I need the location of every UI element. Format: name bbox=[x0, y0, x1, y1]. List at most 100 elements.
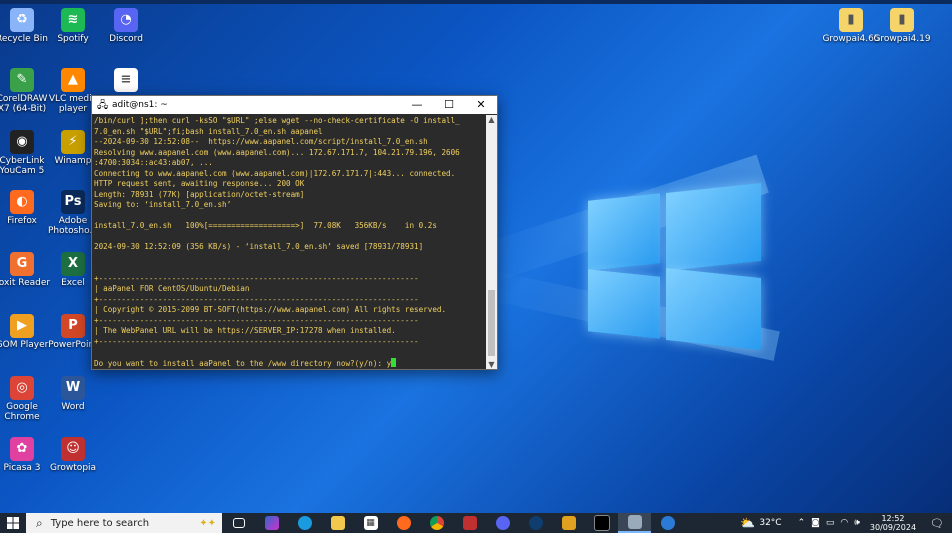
desktop-icon[interactable]: ▮ Growpai4.19 bbox=[872, 8, 932, 44]
wifi-icon[interactable]: ◠ bbox=[840, 518, 848, 528]
desktop-icon[interactable]: W Word bbox=[43, 376, 103, 412]
taskbar-app[interactable] bbox=[552, 513, 585, 533]
terminal-icon bbox=[593, 515, 610, 531]
desktop-icon[interactable]: ≋ Spotify bbox=[43, 8, 103, 44]
powerpoint-icon: P bbox=[61, 314, 85, 338]
volume-icon[interactable]: 🕪 bbox=[854, 518, 860, 528]
system-tray: ⛅ 32°C ⌃ ◙ ▭ ◠ 🕪 12:52 30/09/2024 🗨 bbox=[740, 513, 952, 533]
search-icon: ⌕ bbox=[36, 515, 43, 530]
weather-icon[interactable]: ⛅ bbox=[740, 516, 755, 530]
terminal-line: | Copyright © 2015-2099 BT-SOFT(https://… bbox=[94, 305, 447, 314]
terminal-line: Connecting to www.aapanel.com (www.aapan… bbox=[94, 168, 456, 178]
weather-temp[interactable]: 32°C bbox=[759, 518, 781, 528]
terminal-line: :4700:3034::ac43:ab07, ... bbox=[94, 158, 213, 167]
word-icon: W bbox=[61, 376, 85, 400]
desktop-icon-label: Growpai4.19 bbox=[873, 34, 931, 44]
youcam-icon: ◉ bbox=[10, 130, 34, 154]
picasa-icon: ✿ bbox=[10, 437, 34, 461]
desktop-icon-label: Word bbox=[61, 402, 85, 412]
taskbar-putty[interactable] bbox=[618, 513, 651, 533]
desktop-icon-label: Spotify bbox=[57, 34, 89, 44]
app-icon bbox=[660, 516, 675, 530]
desktop-icon[interactable]: ☺ Growtopia bbox=[43, 437, 103, 473]
discord-icon bbox=[495, 516, 510, 530]
terminal-line: Saving to: ‘install_7.0_en.sh’ bbox=[94, 200, 232, 209]
terminal-prompt: Do you want to install aaPanel to the /w… bbox=[94, 358, 387, 368]
text-cursor bbox=[391, 357, 397, 367]
windows-logo bbox=[588, 183, 763, 350]
desktop-icon[interactable]: ≡ bbox=[96, 68, 156, 94]
photoshop-icon: Ps bbox=[61, 190, 85, 214]
search-placeholder: Type here to search bbox=[50, 517, 150, 529]
terminal-line: +---------------------------------------… bbox=[94, 315, 419, 325]
task-view-icon bbox=[232, 518, 245, 528]
minimize-button[interactable]: — bbox=[401, 96, 433, 114]
recycle-bin-icon: ♻ bbox=[10, 8, 34, 32]
document-icon: ≡ bbox=[114, 68, 138, 92]
terminal-line: | aaPanel FOR CentOS/Ubuntu/Debian bbox=[94, 284, 250, 293]
terminal-titlebar[interactable]: 🖧 adit@ns1: ~ — ☐ ✕ bbox=[92, 96, 497, 114]
app-icon bbox=[561, 516, 576, 530]
chrome-icon bbox=[429, 516, 444, 530]
folder-icon bbox=[330, 516, 345, 530]
clock[interactable]: 12:52 30/09/2024 bbox=[870, 514, 916, 532]
maximize-button[interactable]: ☐ bbox=[433, 96, 465, 114]
taskbar-store[interactable]: ▦ bbox=[354, 513, 387, 533]
clock-date: 30/09/2024 bbox=[869, 523, 917, 532]
terminal-line: +---------------------------------------… bbox=[94, 336, 419, 346]
chevron-up-icon[interactable]: ⌃ bbox=[798, 518, 806, 528]
taskbar-growtopia[interactable] bbox=[453, 513, 486, 533]
growtopia-icon: ☺ bbox=[61, 437, 85, 461]
terminal-line: Length: 78931 (77K) [application/octet-s… bbox=[94, 189, 305, 199]
winamp-icon: ⚡ bbox=[61, 130, 85, 154]
taskbar: ⌕ Type here to search ✦✦ ▦ ⛅ 32°C ⌃ ◙ ▭ … bbox=[0, 513, 952, 533]
task-view-button[interactable] bbox=[222, 513, 255, 533]
terminal-line: | The WebPanel URL will be https://SERVE… bbox=[94, 326, 396, 335]
desktop-icon-label: Discord bbox=[109, 34, 143, 44]
coreldraw-icon: ✎ bbox=[10, 68, 34, 92]
taskbar-discord[interactable] bbox=[486, 513, 519, 533]
store-icon: ▦ bbox=[363, 516, 378, 530]
notification-icon[interactable]: 🗨 bbox=[930, 517, 944, 530]
excel-icon: X bbox=[61, 252, 85, 276]
taskbar-chrome[interactable] bbox=[420, 513, 453, 533]
spotify-icon: ≋ bbox=[61, 8, 85, 32]
discord-icon: ◔ bbox=[114, 8, 138, 32]
firefox-icon: ◐ bbox=[10, 190, 34, 214]
taskbar-copilot[interactable] bbox=[255, 513, 288, 533]
taskbar-app-blue[interactable] bbox=[651, 513, 684, 533]
scroll-down-icon[interactable]: ▼ bbox=[486, 360, 497, 369]
vlc-icon: ▲ bbox=[61, 68, 85, 92]
firefox-icon bbox=[396, 516, 411, 530]
webcam-icon[interactable]: ◙ bbox=[811, 518, 820, 528]
taskbar-file-explorer[interactable] bbox=[321, 513, 354, 533]
scroll-up-icon[interactable]: ▲ bbox=[486, 115, 497, 124]
edge-icon bbox=[297, 516, 312, 530]
terminal-line: +---------------------------------------… bbox=[94, 273, 419, 283]
scrollbar-thumb[interactable] bbox=[488, 290, 495, 356]
growtopia-icon bbox=[462, 516, 477, 530]
terminal-line: --2024-09-30 12:52:08-- https://www.aapa… bbox=[94, 137, 428, 146]
taskbar-edge[interactable] bbox=[288, 513, 321, 533]
copilot-icon bbox=[264, 516, 279, 530]
battery-icon[interactable]: ▭ bbox=[826, 518, 835, 528]
taskbar-search-box[interactable]: ⌕ Type here to search ✦✦ bbox=[26, 513, 222, 533]
desktop-icon[interactable]: ◔ Discord bbox=[96, 8, 156, 44]
putty-icon bbox=[627, 515, 642, 529]
terminal-output[interactable]: /bin/curl ];then curl -ksSO "$URL" ;else… bbox=[92, 115, 488, 370]
terminal-title: adit@ns1: ~ bbox=[112, 100, 168, 110]
terminal-window[interactable]: 🖧 adit@ns1: ~ — ☐ ✕ /bin/curl ];then cur… bbox=[91, 95, 498, 370]
scrollbar[interactable]: ▲ ▼ bbox=[486, 115, 497, 369]
terminal-line: +---------------------------------------… bbox=[94, 294, 419, 304]
desktop-icon-label: Growtopia bbox=[49, 463, 97, 473]
close-button[interactable]: ✕ bbox=[465, 96, 497, 114]
taskbar-firefox[interactable] bbox=[387, 513, 420, 533]
taskbar-edge-beta[interactable] bbox=[519, 513, 552, 533]
start-button[interactable] bbox=[0, 513, 26, 533]
taskbar-cmd[interactable] bbox=[585, 513, 618, 533]
terminal-line: 2024-09-30 12:52:09 (356 KB/s) - ‘instal… bbox=[94, 242, 424, 251]
